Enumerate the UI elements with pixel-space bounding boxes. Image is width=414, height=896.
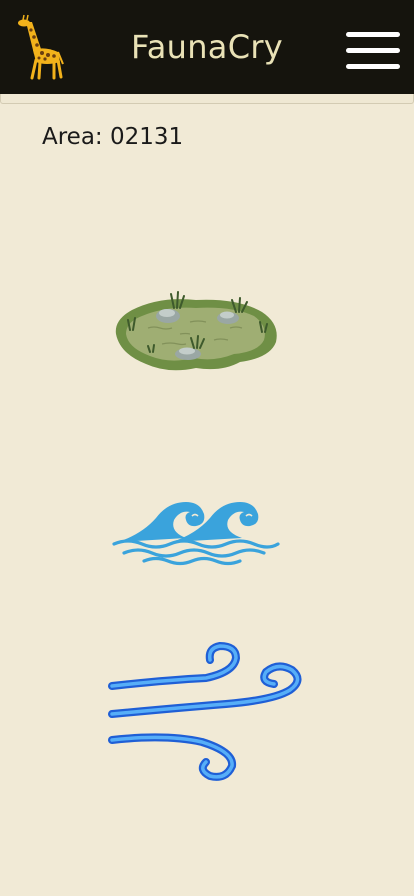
grassland-icon[interactable] [110,282,282,380]
water-waves-icon[interactable] [112,494,280,566]
wind-icon[interactable] [106,642,306,784]
app-header: FaunaCry [0,0,414,94]
header-divider [0,94,414,104]
menu-bar [346,48,400,53]
area-label: Area: 02131 [42,124,184,150]
menu-bar [346,64,400,69]
hamburger-menu-icon[interactable] [346,32,400,72]
menu-bar [346,32,400,37]
